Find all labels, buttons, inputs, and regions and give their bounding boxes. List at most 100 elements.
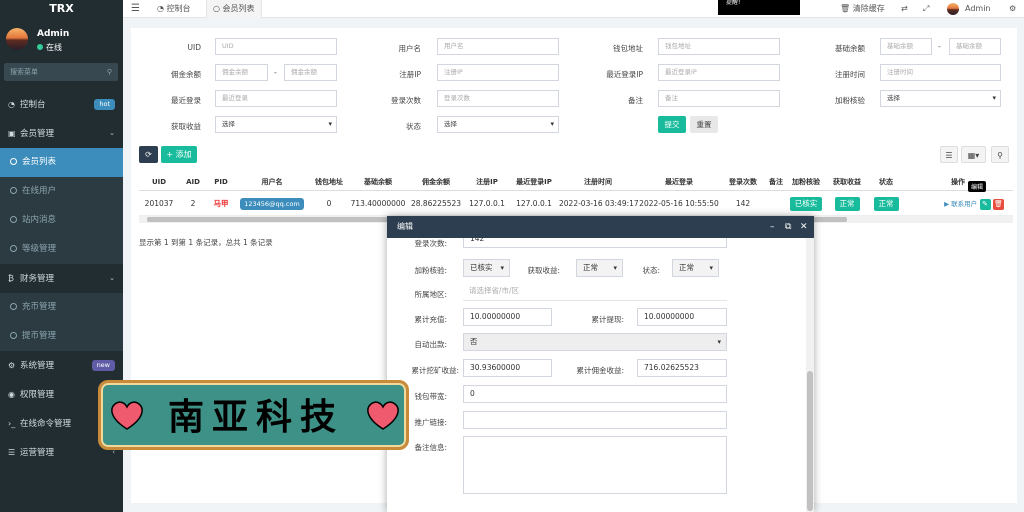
username-badge[interactable]: 123456@qq.com [240, 198, 304, 210]
auto-out-select[interactable]: 否 [463, 333, 727, 351]
cell-last-ip: 127.0.0.1 [516, 199, 552, 208]
menu-toggle-icon[interactable]: ☰ [131, 3, 140, 14]
col-wallet[interactable]: 钱包地址 [309, 173, 349, 191]
add-button[interactable]: + 添加 [161, 146, 197, 163]
col-uid[interactable]: UID [139, 173, 179, 191]
total-recharge-input[interactable]: 10.00000000 [463, 308, 552, 326]
reg-time-input[interactable]: 注册时间 [880, 64, 1001, 81]
sidebar-item-online-users[interactable]: 在线用户 [0, 177, 123, 206]
col-login-count[interactable]: 登录次数 [721, 173, 765, 191]
cell-login-count: 142 [735, 199, 751, 208]
col-reg-ip[interactable]: 注册IP [465, 173, 509, 191]
sidebar-item-member-manage[interactable]: ▣ 会员管理 ⌄ [0, 119, 123, 148]
uid-input[interactable]: UID [215, 38, 337, 55]
status-select[interactable]: 正常 [672, 259, 719, 277]
sidebar-item-finance[interactable]: ₿ 财务管理 ⌄ [0, 264, 123, 293]
reg-ip-input[interactable]: 注册IP [437, 64, 559, 81]
edit-button[interactable]: ✎ [979, 198, 991, 210]
minimize-icon[interactable]: – [770, 216, 775, 238]
username-input[interactable]: 用户名 [437, 38, 559, 55]
col-aid[interactable]: AID [179, 173, 207, 191]
fullscreen-icon[interactable]: ⤢ [923, 0, 929, 18]
scrollbar-thumb[interactable] [807, 371, 813, 511]
status-select[interactable]: 选择 [437, 116, 559, 133]
cell-reg-ip: 127.0.0.1 [469, 199, 505, 208]
mining-input[interactable]: 30.93600000 [463, 359, 552, 377]
login-count-input[interactable]: 142 [463, 238, 727, 248]
earning-tag[interactable]: 正常 [834, 197, 860, 211]
username-label: 用户名 [398, 44, 422, 53]
table-row[interactable]: 201037 2 马甲 123456@qq.com 0 713.40000000… [139, 192, 1013, 216]
tab-label: 控制台 [166, 4, 191, 13]
table-header: UID AID PID 用户名 钱包地址 基础余额 佣金余额 注册IP 最近登录… [139, 173, 1013, 191]
sidebar-search-input[interactable]: 搜索菜单 ⚲ [4, 63, 118, 81]
col-commission[interactable]: 佣金余额 [407, 173, 465, 191]
remark-input[interactable]: 备注 [658, 90, 780, 107]
refresh-button[interactable]: ⟳ [139, 146, 158, 163]
sidebar-item-label: 提币管理 [22, 331, 57, 341]
watermark-banner: 南亚科技 [98, 380, 409, 450]
base-balance-max-input[interactable]: 基础余额 [949, 38, 1001, 55]
modal-vertical-scrollbar[interactable] [806, 238, 814, 512]
sidebar-item-deposit[interactable]: 充币管理 [0, 293, 123, 322]
columns-toggle-button[interactable]: ☰ [940, 146, 958, 163]
tab-member-list[interactable]: ○ 会员列表 [206, 0, 262, 18]
total-withdraw-input[interactable]: 10.00000000 [637, 308, 727, 326]
promo-link-input[interactable] [463, 411, 727, 429]
wallet-input[interactable]: 钱包地址 [658, 38, 780, 55]
last-ip-label: 最近登录IP [606, 70, 643, 79]
col-pid[interactable]: PID [207, 173, 235, 191]
fan-verify-select[interactable]: 选择 [880, 90, 1001, 107]
export-dropdown-button[interactable]: ▦▾ [961, 146, 986, 163]
brand-logo[interactable]: TRX [0, 0, 123, 18]
earning-select[interactable]: 选择 [215, 116, 337, 133]
col-earning[interactable]: 获取收益 [825, 173, 869, 191]
remark-info-textarea[interactable] [463, 436, 727, 494]
reset-button[interactable]: 重置 [690, 116, 718, 133]
translate-icon[interactable]: ⇄ [901, 0, 908, 18]
bandwidth-input[interactable]: 0 [463, 385, 727, 403]
chevron-down-icon: ⌄ [109, 274, 115, 282]
commission-input[interactable]: 716.02625523 [637, 359, 727, 377]
notice-box: 提醒! [718, 0, 800, 15]
base-balance-min-input[interactable]: 基础余额 [880, 38, 932, 55]
last-ip-input[interactable]: 最近登录IP [658, 64, 780, 81]
sidebar-item-system[interactable]: ⚙ 系统管理 new [0, 351, 123, 380]
search-icon[interactable]: ⚲ [107, 63, 112, 81]
contact-user-link[interactable]: ▶ 联系用户 [944, 200, 977, 208]
fan-verify-label: 加粉核验: [414, 266, 447, 275]
status-tag[interactable]: 正常 [873, 197, 899, 211]
col-remark[interactable]: 备注 [765, 173, 787, 191]
col-last-ip[interactable]: 最近登录IP [509, 173, 559, 191]
chevron-down-icon: ⌄ [109, 129, 115, 137]
sidebar-item-member-list[interactable]: 会员列表 [0, 148, 123, 177]
submit-button[interactable]: 提交 [658, 116, 686, 133]
search-toggle-button[interactable]: ⚲ [991, 146, 1009, 163]
sidebar-item-messages[interactable]: 站内消息 [0, 206, 123, 235]
delete-button[interactable]: 🗑 [992, 198, 1004, 210]
col-fan-verify[interactable]: 加粉核验 [787, 173, 825, 191]
sidebar-item-levels[interactable]: 等级管理 [0, 235, 123, 264]
last-login-input[interactable]: 最近登录 [215, 90, 337, 107]
login-count-input[interactable]: 登录次数 [437, 90, 559, 107]
commission-min-input[interactable]: 佣金余额 [215, 64, 268, 81]
fan-verify-tag[interactable]: 已核实 [789, 197, 823, 211]
col-status[interactable]: 状态 [869, 173, 903, 191]
close-icon[interactable]: ✕ [800, 216, 808, 238]
region-label: 所属地区: [414, 290, 447, 299]
tab-dashboard[interactable]: ◔ 控制台 [151, 0, 197, 18]
col-base-balance[interactable]: 基础余额 [349, 173, 407, 191]
region-select[interactable]: 请选择省/市/区 [463, 283, 727, 301]
col-reg-time[interactable]: 注册时间 [559, 173, 637, 191]
sidebar-item-withdraw[interactable]: 提币管理 [0, 322, 123, 351]
user-icon: ▣ [8, 129, 16, 138]
col-username[interactable]: 用户名 [235, 173, 309, 191]
sidebar-item-dashboard[interactable]: ◔ 控制台 hot [0, 90, 123, 119]
settings-gears-icon[interactable]: ⚙ [1009, 0, 1016, 18]
col-last-login[interactable]: 最近登录 [637, 173, 721, 191]
topbar-user-name[interactable]: Admin [965, 0, 991, 18]
clear-cache-button[interactable]: 🗑 清除缓存 [840, 0, 885, 18]
maximize-icon[interactable]: ⧉ [785, 216, 791, 238]
commission-max-input[interactable]: 佣金余额 [284, 64, 337, 81]
topbar-avatar[interactable] [947, 3, 959, 15]
